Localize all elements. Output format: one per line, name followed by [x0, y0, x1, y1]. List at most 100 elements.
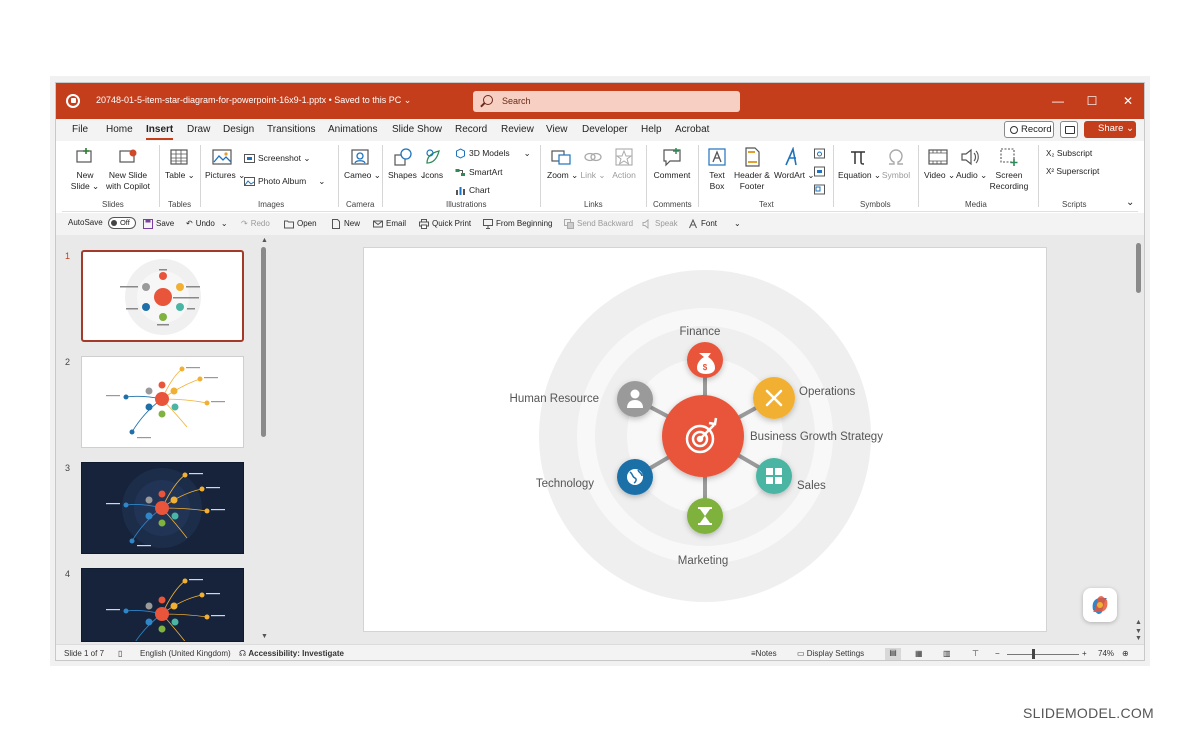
speak-button[interactable]: Speak [642, 219, 678, 229]
undo-button[interactable]: ↶ Undo ⌄ [186, 219, 228, 228]
tab-review[interactable]: Review [501, 124, 534, 135]
3d-models-button[interactable]: 3D Models ⌄ [455, 147, 531, 159]
scroll-up-icon[interactable]: ▲ [261, 237, 268, 244]
tab-design[interactable]: Design [223, 124, 254, 135]
zoom-button[interactable]: Zoom ⌄ [547, 147, 578, 181]
icons-button[interactable]: Icons [420, 147, 446, 181]
table-button[interactable]: Table ⌄ [165, 147, 195, 181]
new-slide-button[interactable]: New Slide ⌄ [70, 147, 100, 192]
comments-icon[interactable] [1060, 121, 1078, 138]
group-tables-label: Tables [168, 200, 192, 209]
share-button[interactable]: Share ⌄ [1084, 121, 1136, 138]
slide-scrollbar[interactable] [1136, 243, 1141, 293]
tab-acrobat[interactable]: Acrobat [675, 124, 709, 135]
wordart-button[interactable]: WordArt ⌄ [774, 147, 815, 181]
customize-qat-icon[interactable]: ⌄ [734, 219, 741, 228]
font-button[interactable]: Font [688, 219, 717, 229]
scroll-down-icon[interactable]: ▼ [261, 633, 268, 640]
accessibility-status[interactable]: ☊ Accessibility: Investigate [239, 649, 344, 658]
symbol-button[interactable]: Symbol [880, 147, 912, 181]
superscript-button[interactable]: X² Superscript [1046, 165, 1099, 177]
cameo-button[interactable]: Cameo ⌄ [344, 147, 381, 181]
tab-view[interactable]: View [546, 124, 568, 135]
reading-view-icon[interactable]: ▥ [943, 649, 951, 658]
tab-transitions[interactable]: Transitions [267, 124, 316, 135]
photo-album-button[interactable]: Photo Album ⌄ [244, 175, 325, 187]
autosave-toggle[interactable]: AutoSave Off [68, 217, 136, 229]
new-slide-copilot-button[interactable]: New Slide with Copilot [102, 147, 154, 192]
slide-sorter-icon[interactable]: ▦ [915, 649, 923, 658]
chart-button[interactable]: Chart [455, 184, 490, 196]
tab-slide-show[interactable]: Slide Show [392, 124, 442, 135]
tab-record[interactable]: Record [455, 124, 487, 135]
display-settings-button[interactable]: ▭ Display Settings [797, 649, 864, 658]
zoom-slider[interactable] [1007, 654, 1079, 655]
email-button[interactable]: Email [373, 219, 406, 229]
subscript-button[interactable]: X₂ Subscript [1046, 147, 1092, 159]
next-slide-icon[interactable]: ▼ [1135, 628, 1142, 635]
send-backward-button[interactable]: Send Backward [564, 219, 633, 229]
slide-thumbnail-4[interactable] [81, 568, 244, 642]
slide-thumbnail-2[interactable] [81, 356, 244, 448]
open-button[interactable]: Open [284, 219, 317, 229]
audio-button[interactable]: Audio ⌄ [956, 147, 987, 181]
chevron-down-icon[interactable]: ⌄ [318, 176, 325, 186]
quick-print-button[interactable]: Quick Print [419, 219, 471, 229]
toggle-switch[interactable]: Off [107, 217, 136, 229]
equation-button[interactable]: Equation ⌄ [838, 147, 881, 181]
spelling-icon[interactable]: ▯ [118, 649, 122, 658]
pictures-button[interactable]: Pictures ⌄ [205, 147, 245, 181]
scroll-down-icon[interactable]: ▼ [1135, 635, 1142, 642]
close-button[interactable]: ✕ [1118, 92, 1138, 110]
tab-developer[interactable]: Developer [582, 124, 628, 135]
header-footer-button[interactable]: Header & Footer [734, 147, 770, 192]
slide-thumbnail-3[interactable] [81, 462, 244, 554]
slide-number-icon[interactable] [814, 165, 828, 177]
slideshow-icon[interactable]: ⊤ [972, 649, 979, 658]
zoom-slider-thumb[interactable] [1032, 649, 1035, 659]
tab-insert[interactable]: Insert [146, 124, 174, 140]
language-status[interactable]: English (United Kingdom) [140, 649, 231, 658]
zoom-level[interactable]: 74% [1098, 649, 1114, 658]
tab-animations[interactable]: Animations [328, 124, 377, 135]
date-time-icon[interactable] [814, 147, 828, 159]
chevron-down-icon[interactable]: ⌄ [524, 148, 531, 158]
object-icon[interactable] [814, 183, 828, 195]
slide-canvas[interactable]: $ Finance Operations Sales Marketing Tec… [363, 247, 1047, 632]
record-button[interactable]: Record [1004, 121, 1054, 138]
group-separator [918, 145, 919, 207]
notes-button[interactable]: ≡Notes [751, 649, 777, 658]
screen-recording-button[interactable]: Screen Recording [988, 147, 1030, 192]
tab-home[interactable]: Home [106, 124, 133, 135]
tab-help[interactable]: Help [641, 124, 662, 135]
thumbnail-number: 4 [65, 569, 71, 579]
tab-draw[interactable]: Draw [187, 124, 210, 135]
collapse-ribbon-icon[interactable]: ⌄ [1126, 197, 1134, 209]
shapes-button[interactable]: Shapes ⌄ [388, 147, 426, 181]
zoom-out-button[interactable]: − [995, 649, 1000, 658]
smartart-button[interactable]: SmartArt [455, 166, 503, 178]
new-button[interactable]: New [331, 219, 360, 229]
video-button[interactable]: Video ⌄ [924, 147, 955, 181]
action-button[interactable]: Action [610, 147, 638, 181]
comment-button[interactable]: Comment [652, 147, 692, 181]
link-button[interactable]: Link ⌄ [580, 147, 606, 181]
screenshot-button[interactable]: Screenshot ⌄ [244, 152, 310, 164]
document-title[interactable]: 20748-01-5-item-star-diagram-for-powerpo… [96, 95, 411, 106]
from-beginning-button[interactable]: From Beginning [483, 219, 552, 229]
thumbnail-scrollbar[interactable] [261, 247, 266, 437]
redo-button[interactable]: ↷ Redo [241, 219, 270, 228]
slide-thumbnail-1[interactable] [81, 250, 244, 342]
normal-view-icon[interactable]: ▤ [885, 648, 901, 660]
search-input[interactable]: Search [473, 91, 740, 112]
chevron-down-icon[interactable]: ⌄ [221, 219, 228, 228]
tab-file[interactable]: File [72, 124, 88, 135]
save-button[interactable]: Save [143, 219, 174, 229]
maximize-button[interactable]: ☐ [1082, 92, 1102, 110]
copilot-button[interactable] [1083, 588, 1117, 622]
text-box-button[interactable]: Text Box [704, 147, 730, 192]
previous-slide-icon[interactable]: ▲ [1135, 619, 1142, 626]
fit-to-window-icon[interactable]: ⊕ [1122, 649, 1129, 658]
minimize-button[interactable]: — [1048, 92, 1068, 110]
zoom-in-button[interactable]: + [1082, 649, 1087, 658]
